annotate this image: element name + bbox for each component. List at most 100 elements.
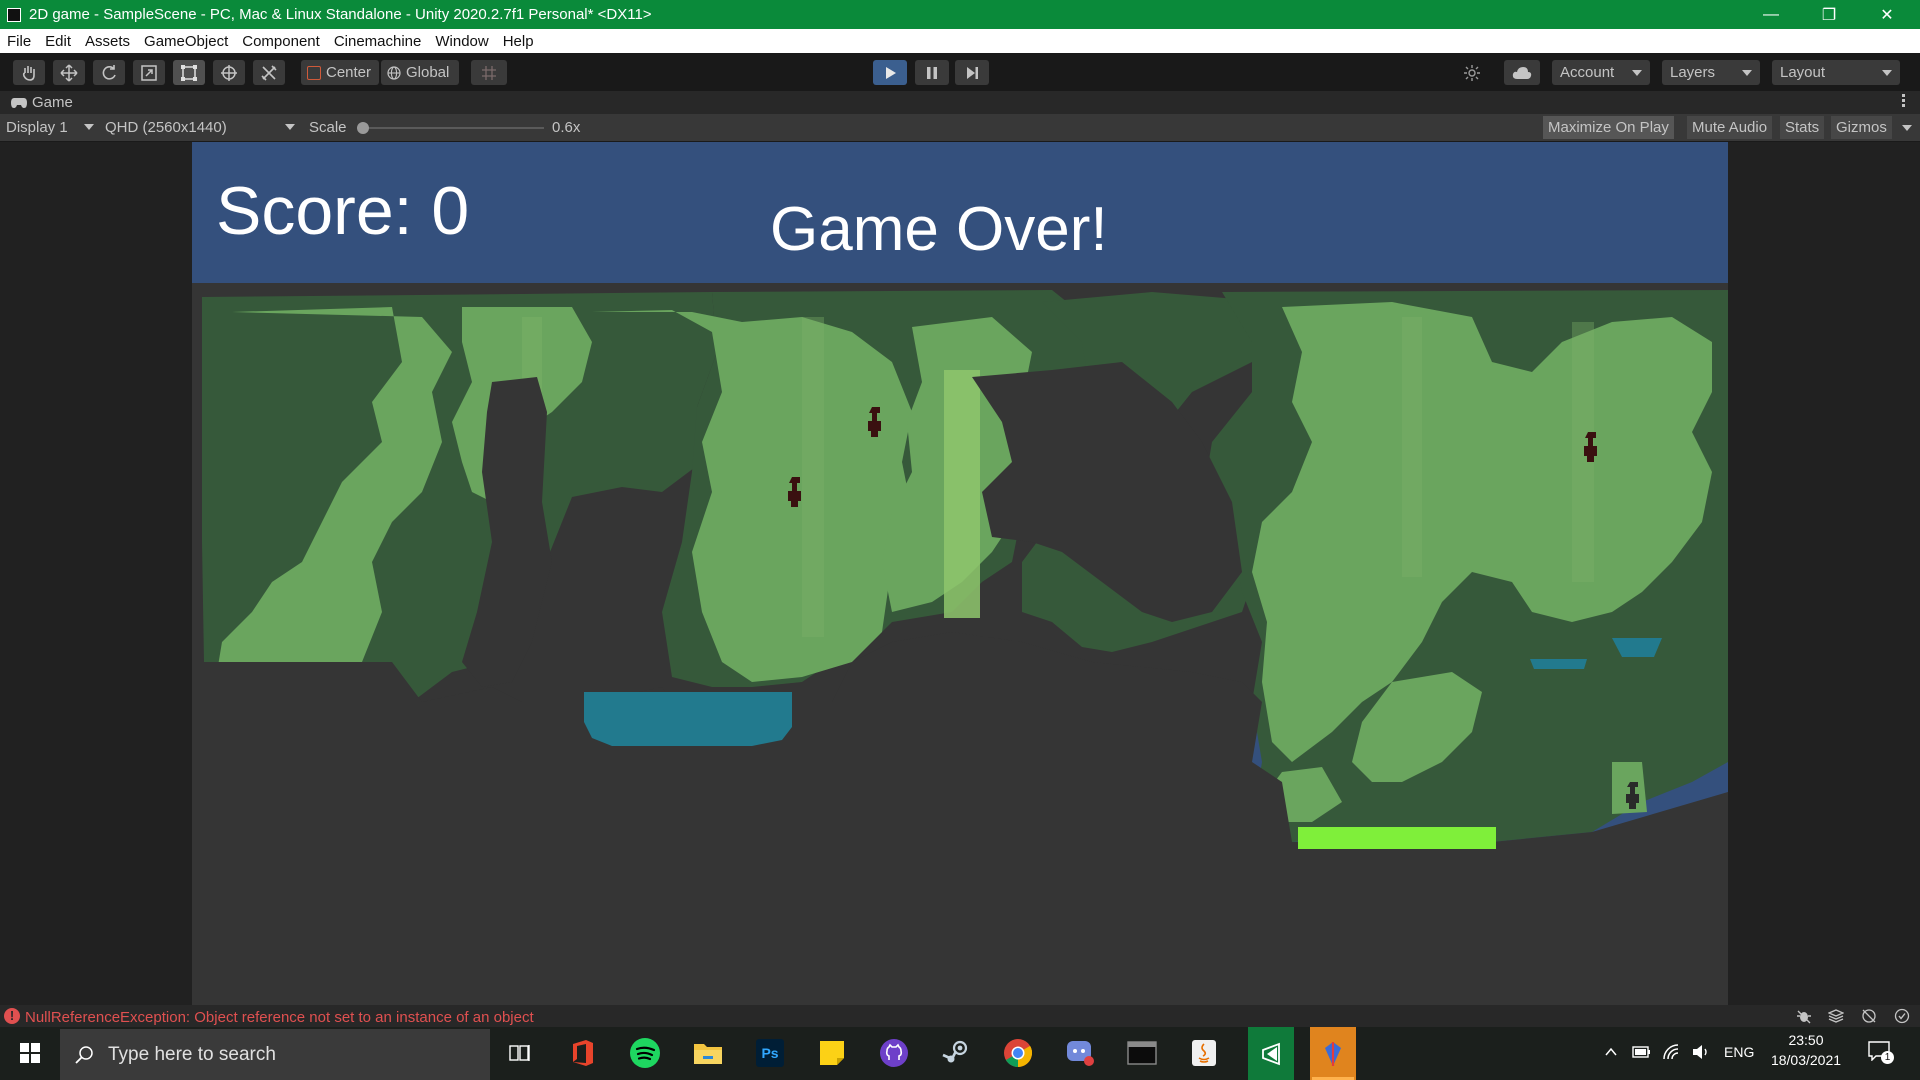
volume-icon[interactable]: [1691, 1044, 1711, 1060]
menu-help[interactable]: Help: [496, 33, 541, 50]
chevron-down-icon: [1742, 70, 1752, 76]
rect-icon[interactable]: [173, 60, 205, 85]
water-pool-right-small: [1530, 659, 1587, 669]
pivot-center-button[interactable]: Center: [301, 60, 379, 85]
menu-file[interactable]: File: [0, 33, 38, 50]
layers-dropdown[interactable]: Layers: [1662, 60, 1760, 85]
globe-icon: [387, 65, 401, 80]
window-title: 2D game - SampleScene - PC, Mac & Linux …: [29, 6, 652, 23]
resolution-dropdown[interactable]: QHD (2560x1440): [105, 119, 295, 136]
space-global-button[interactable]: Global: [381, 60, 459, 85]
tab-game[interactable]: Game: [10, 94, 73, 111]
clock[interactable]: 23:50 18/03/2021: [1766, 1032, 1846, 1068]
account-dropdown[interactable]: Account: [1552, 60, 1650, 85]
main-toolbar: Center Global Account Layers Layout: [0, 53, 1920, 91]
menu-edit[interactable]: Edit: [38, 33, 78, 50]
gizmos-button[interactable]: Gizmos: [1831, 116, 1892, 139]
chrome-icon[interactable]: [1000, 1035, 1036, 1071]
custom-tool-icon[interactable]: [253, 60, 285, 85]
office-icon[interactable]: [565, 1035, 601, 1071]
clock-date: 18/03/2021: [1770, 1052, 1842, 1068]
display-dropdown[interactable]: Display 1: [6, 119, 94, 136]
move-icon[interactable]: [53, 60, 85, 85]
windows-taskbar: Type here to search Ps ENG 23:50 18/03/2…: [0, 1027, 1920, 1080]
layout-dropdown[interactable]: Layout: [1772, 60, 1900, 85]
menu-window[interactable]: Window: [428, 33, 495, 50]
minimize-icon[interactable]: —: [1748, 0, 1794, 29]
game-screen[interactable]: Score: 0 Game Over!: [192, 142, 1728, 1005]
light-shaft: [944, 370, 980, 618]
unity-app-icon: [7, 7, 21, 22]
menu-assets[interactable]: Assets: [78, 33, 137, 50]
wifi-icon[interactable]: [1662, 1043, 1680, 1061]
chevron-down-icon: [84, 124, 94, 130]
menu-bar: File Edit Assets GameObject Component Ci…: [0, 29, 1920, 53]
notification-badge: 1: [1881, 1051, 1894, 1064]
scale-icon[interactable]: [133, 60, 165, 85]
step-icon[interactable]: [955, 60, 989, 85]
play-icon[interactable]: [873, 60, 907, 85]
battery-icon[interactable]: [1632, 1045, 1652, 1059]
close-icon[interactable]: ✕: [1864, 0, 1910, 29]
goal-platform: [1298, 827, 1496, 849]
network-icon[interactable]: [1861, 1008, 1877, 1024]
mute-audio-button[interactable]: Mute Audio: [1687, 116, 1773, 139]
sticky-notes-icon[interactable]: [814, 1035, 850, 1071]
layers-label: Layers: [1670, 64, 1716, 81]
account-label: Account: [1560, 64, 1615, 81]
check-icon[interactable]: [1894, 1008, 1910, 1024]
error-icon: !: [4, 1008, 20, 1024]
pause-icon[interactable]: [915, 60, 949, 85]
discord-icon[interactable]: [1062, 1035, 1098, 1071]
spotify-icon[interactable]: [627, 1035, 663, 1071]
terminal-icon[interactable]: [1124, 1035, 1160, 1071]
grid-snap-icon[interactable]: [471, 60, 507, 85]
tray-chevron-up-icon[interactable]: [1604, 1045, 1618, 1059]
file-explorer-icon[interactable]: [690, 1035, 726, 1071]
rotate-icon[interactable]: [93, 60, 125, 85]
display-label: Display 1: [6, 119, 68, 136]
scale-label: Scale: [309, 119, 347, 136]
water-pool-left: [584, 692, 792, 746]
unity-icon[interactable]: [1310, 1027, 1356, 1080]
game-view-toolbar: Display 1 QHD (2560x1440) Scale 0.6x Max…: [0, 114, 1920, 142]
github-icon[interactable]: [876, 1035, 912, 1071]
transform-icon[interactable]: [213, 60, 245, 85]
language-indicator[interactable]: ENG: [1724, 1044, 1754, 1060]
bug-icon[interactable]: [1796, 1008, 1812, 1024]
game-viewport: Score: 0 Game Over!: [0, 142, 1920, 1005]
tab-game-label: Game: [32, 94, 73, 111]
pivot-icon: [307, 65, 321, 80]
steam-icon[interactable]: [938, 1035, 974, 1071]
console-status-bar[interactable]: ! NullReferenceException: Object referen…: [0, 1005, 1920, 1027]
game-level: [192, 283, 1728, 1005]
task-view-icon[interactable]: [502, 1035, 538, 1071]
cloud-icon[interactable]: [1504, 60, 1540, 85]
search-placeholder: Type here to search: [108, 1043, 276, 1065]
hand-icon[interactable]: [13, 60, 45, 85]
scale-slider-track[interactable]: [360, 127, 544, 129]
gamepad-icon: [11, 97, 27, 108]
layers-status-icon[interactable]: [1828, 1008, 1844, 1024]
windows-start-icon[interactable]: [12, 1035, 48, 1071]
java-icon[interactable]: [1186, 1035, 1222, 1071]
space-label: Global: [406, 64, 450, 81]
collab-icon[interactable]: [1456, 60, 1488, 85]
photoshop-icon[interactable]: Ps: [752, 1035, 788, 1071]
menu-cinemachine[interactable]: Cinemachine: [327, 33, 429, 50]
resolution-label: QHD (2560x1440): [105, 119, 227, 136]
clock-time: 23:50: [1788, 1032, 1824, 1048]
kebab-menu-icon[interactable]: [1902, 94, 1906, 108]
menu-gameobject[interactable]: GameObject: [137, 33, 235, 50]
error-message: NullReferenceException: Object reference…: [25, 1009, 534, 1026]
stats-button[interactable]: Stats: [1780, 116, 1825, 139]
taskbar-search-box[interactable]: Type here to search: [60, 1029, 490, 1080]
layout-label: Layout: [1780, 64, 1826, 81]
maximize-on-play-button[interactable]: Maximize On Play: [1543, 116, 1674, 139]
maximize-icon[interactable]: ❐: [1806, 0, 1852, 29]
gizmos-chevron-icon[interactable]: [1902, 125, 1912, 131]
notification-center-icon[interactable]: 1: [1868, 1041, 1894, 1064]
scale-slider-handle[interactable]: [357, 122, 369, 134]
visual-studio-icon[interactable]: [1248, 1027, 1294, 1080]
menu-component[interactable]: Component: [235, 33, 327, 50]
